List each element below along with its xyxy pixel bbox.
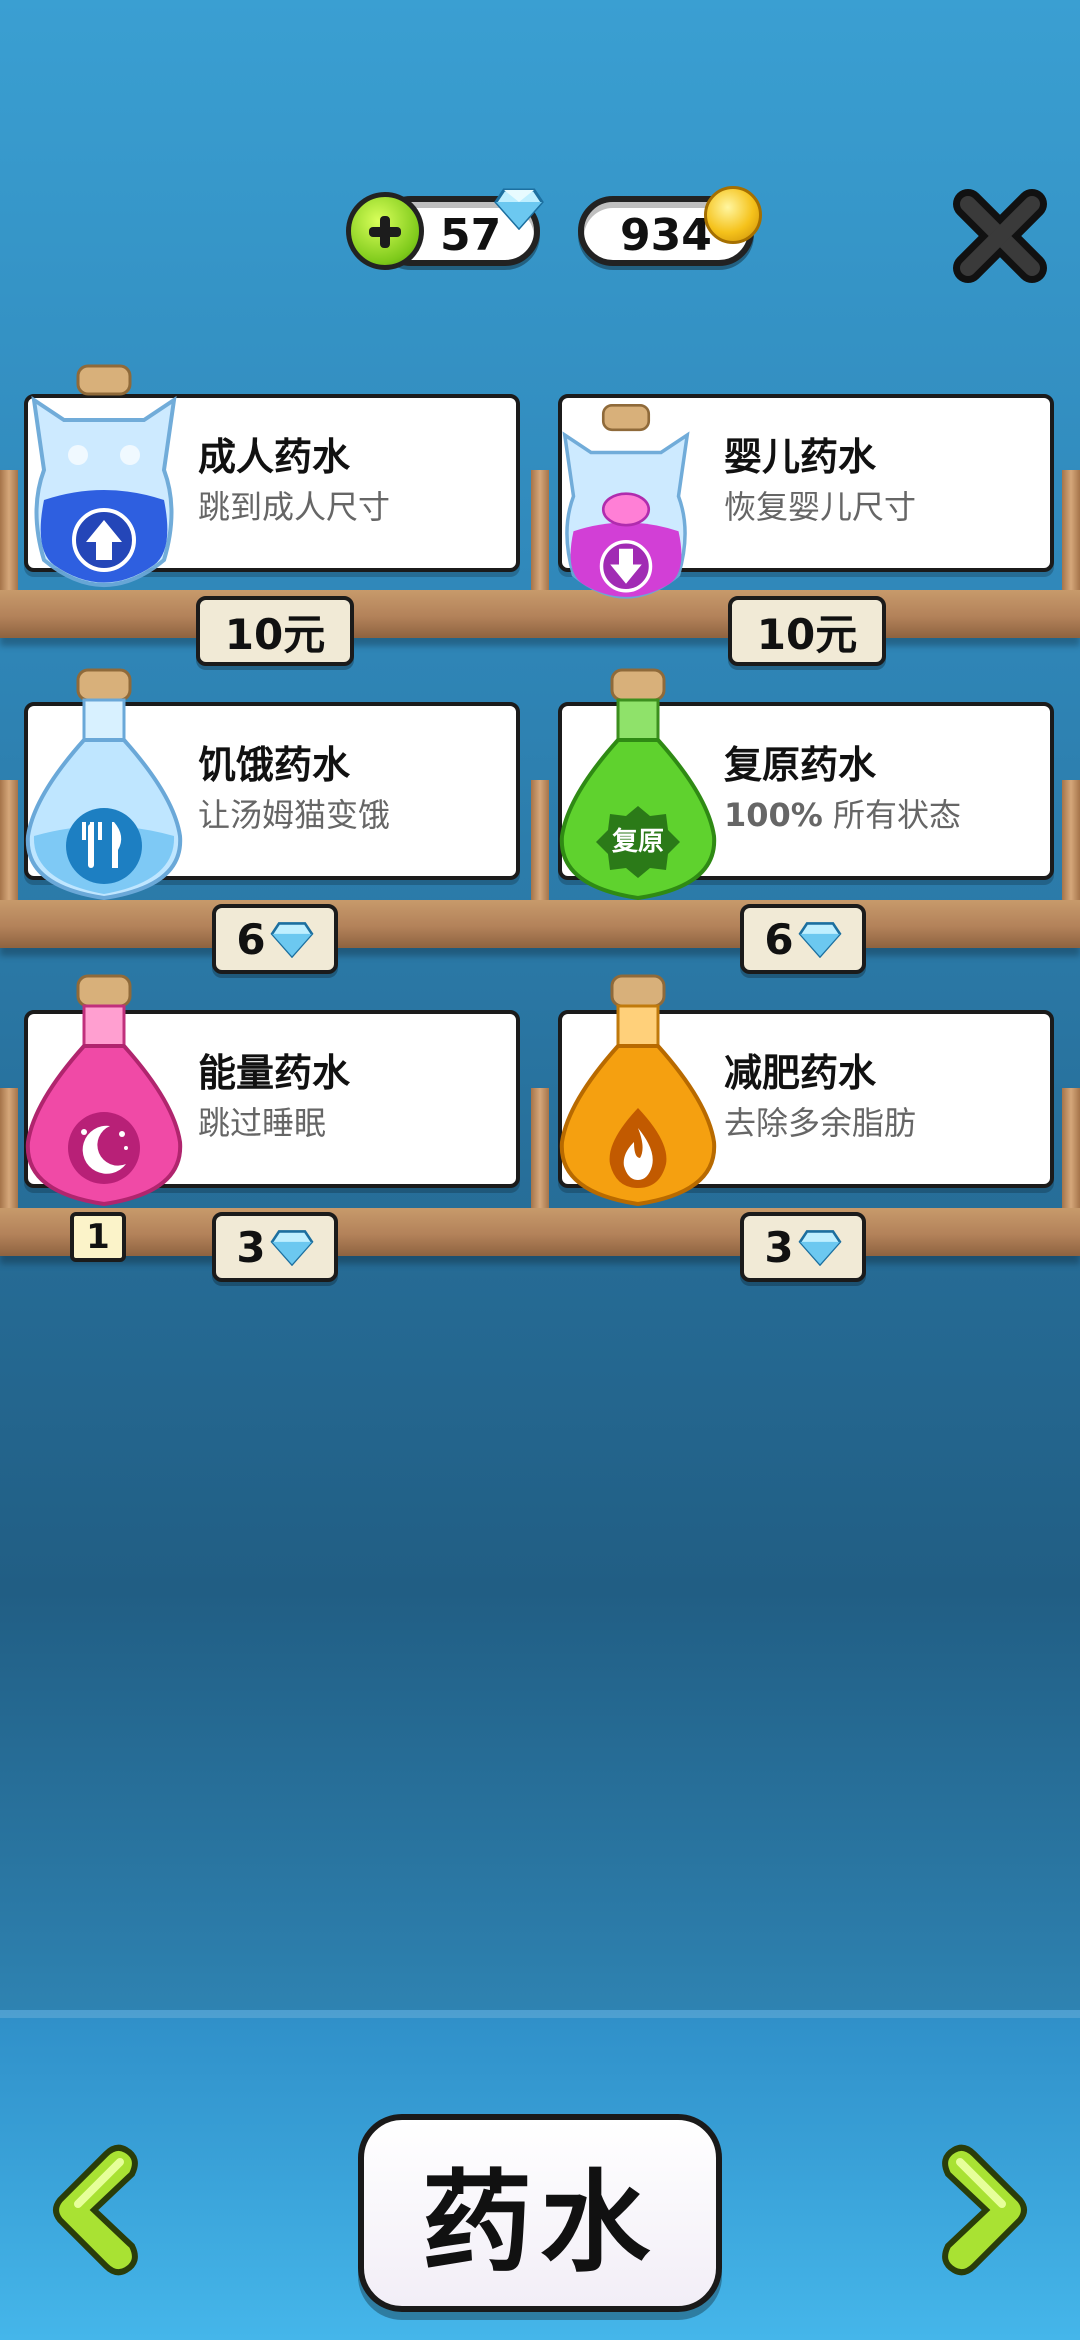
buy-adult-potion-button[interactable]: 10元 [196, 596, 354, 666]
price-label: 10元 [756, 609, 858, 659]
shelf-post [1062, 470, 1080, 590]
baby-potion-icon [562, 403, 690, 599]
gem-icon [270, 1230, 314, 1266]
owned-count-badge: 1 [70, 1212, 126, 1262]
shelf-post [531, 1088, 549, 1208]
shelf-row-2 [0, 900, 1080, 948]
next-category-button[interactable] [932, 2140, 1032, 2280]
adult-potion-icon [31, 364, 177, 587]
potion-description: 跳到成人尺寸 [198, 488, 391, 526]
gem-icon [798, 1230, 842, 1266]
buy-diet-potion-button[interactable]: 3 [740, 1212, 866, 1282]
restore-badge-label: 复原 [612, 827, 664, 857]
potion-title: 复原药水 [724, 743, 877, 787]
category-title-box: 药水 [358, 2114, 722, 2312]
potion-description: 跳过睡眠 [198, 1104, 327, 1142]
shelf-row-3 [0, 1208, 1080, 1256]
potion-description-text: 所有状态 [822, 796, 962, 834]
potion-description: 去除多余脂肪 [724, 1104, 917, 1142]
shelf-post [1062, 1088, 1080, 1208]
buy-energy-potion-button[interactable]: 3 [212, 1212, 338, 1282]
price-label: 6 [764, 914, 794, 964]
potion-title: 能量药水 [198, 1051, 351, 1095]
potion-description: 100% 所有状态 [724, 790, 961, 836]
close-button[interactable] [950, 186, 1050, 286]
potion-title: 成人药水 [198, 435, 351, 479]
shelf-post [1062, 780, 1080, 900]
price-label: 6 [236, 914, 266, 964]
shelf-post [531, 780, 549, 900]
previous-category-button[interactable] [48, 2140, 148, 2280]
energy-potion-icon [25, 974, 183, 1207]
price-label: 3 [764, 1222, 794, 1272]
potion-title: 减肥药水 [724, 1051, 877, 1095]
potion-description: 让汤姆猫变饿 [198, 796, 391, 834]
coins-count: 934 [620, 210, 712, 261]
potion-title: 婴儿药水 [724, 435, 877, 479]
price-label: 10元 [224, 609, 326, 659]
potion-description-percent: 100% [724, 796, 823, 834]
price-label: 3 [236, 1222, 266, 1272]
buy-hunger-potion-button[interactable]: 6 [212, 904, 338, 974]
category-title: 药水 [422, 2159, 658, 2287]
hunger-potion-icon [25, 668, 183, 901]
potion-description: 恢复婴儿尺寸 [724, 488, 917, 526]
buy-baby-potion-button[interactable]: 10元 [728, 596, 886, 666]
restore-potion-icon: 复原 [559, 668, 717, 901]
coin-icon [704, 186, 762, 244]
add-gems-button[interactable] [346, 192, 424, 270]
potion-title: 饥饿药水 [198, 743, 351, 787]
diet-potion-icon [559, 974, 717, 1207]
gem-icon [798, 922, 842, 958]
gems-count: 57 [440, 210, 502, 261]
buy-restore-potion-button[interactable]: 6 [740, 904, 866, 974]
gem-icon [270, 922, 314, 958]
gem-icon [494, 188, 544, 230]
